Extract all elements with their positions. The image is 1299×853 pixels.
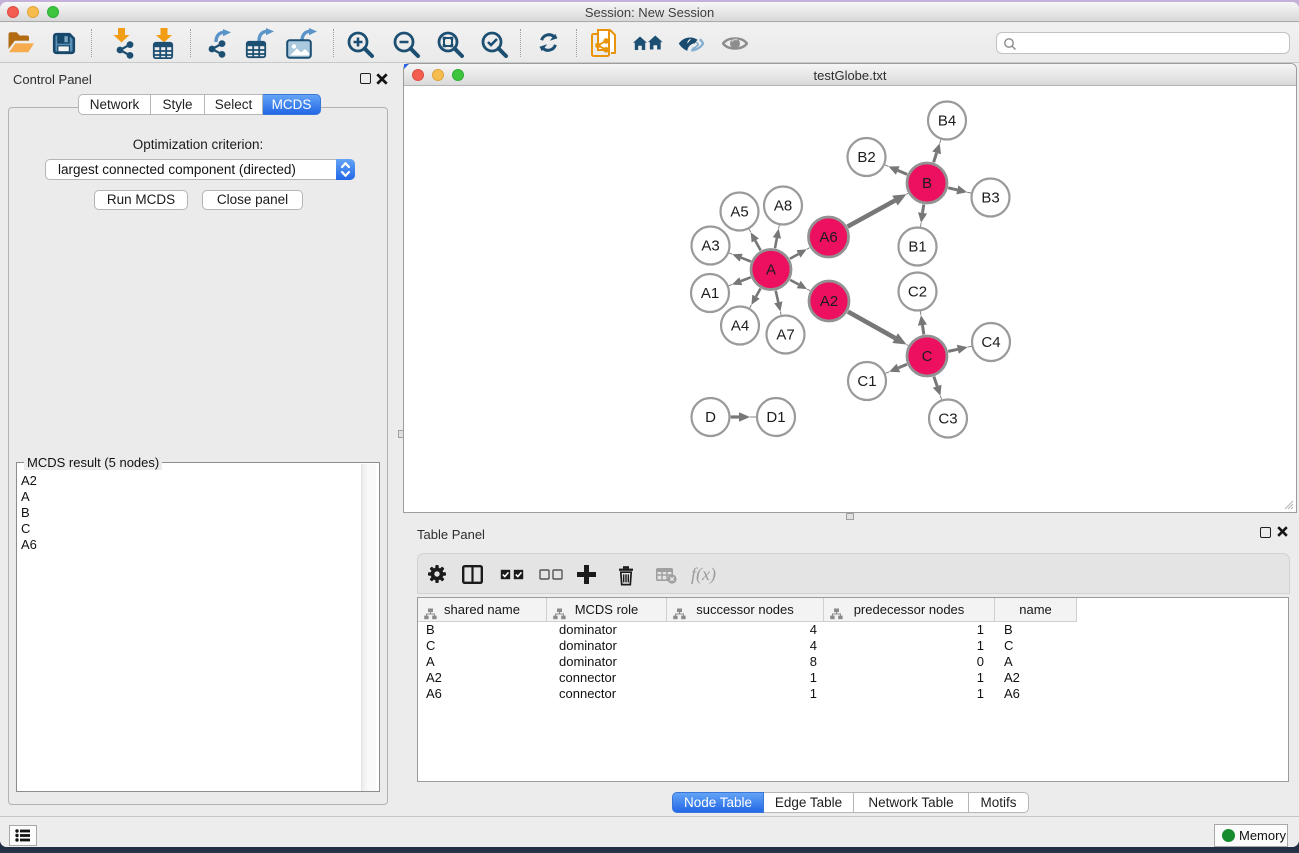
svg-text:A6: A6 bbox=[819, 229, 837, 246]
svg-text:B: B bbox=[922, 175, 932, 192]
svg-text:B1: B1 bbox=[908, 239, 926, 256]
svg-text:D1: D1 bbox=[766, 409, 785, 426]
svg-text:C1: C1 bbox=[857, 373, 876, 390]
svg-text:C2: C2 bbox=[908, 284, 927, 301]
svg-text:A7: A7 bbox=[776, 327, 794, 344]
svg-text:C: C bbox=[922, 348, 933, 365]
svg-text:A: A bbox=[766, 262, 776, 279]
svg-text:A1: A1 bbox=[701, 285, 719, 302]
svg-text:D: D bbox=[705, 409, 716, 426]
svg-text:B4: B4 bbox=[938, 113, 956, 130]
svg-text:C3: C3 bbox=[938, 411, 957, 428]
svg-text:A8: A8 bbox=[774, 198, 792, 215]
svg-text:A5: A5 bbox=[730, 204, 748, 221]
svg-text:A2: A2 bbox=[820, 293, 838, 310]
svg-text:A4: A4 bbox=[731, 318, 749, 335]
svg-text:B3: B3 bbox=[981, 190, 999, 207]
svg-text:A3: A3 bbox=[701, 238, 719, 255]
svg-text:B2: B2 bbox=[857, 149, 875, 166]
svg-text:C4: C4 bbox=[981, 334, 1000, 351]
